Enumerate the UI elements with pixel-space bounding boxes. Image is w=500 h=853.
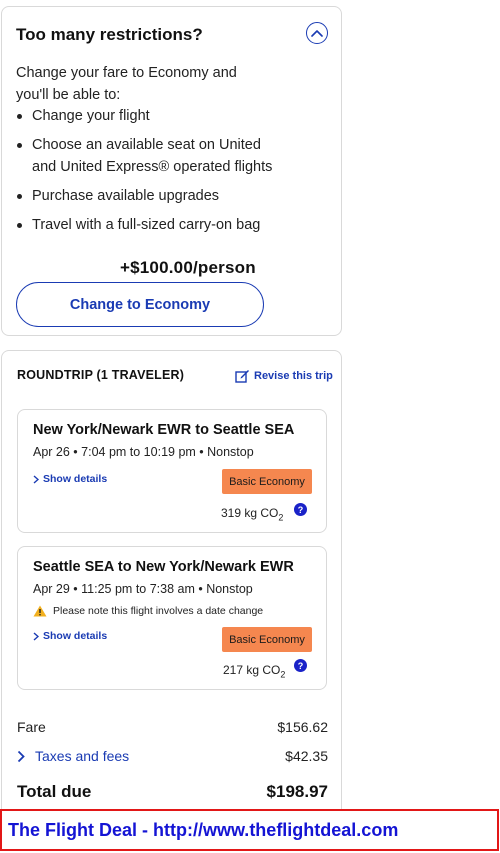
benefit-item: Choose an available seat on United and U… [16, 134, 276, 178]
benefit-item: Travel with a full-sized carry-on bag [16, 214, 276, 236]
chevron-up-circle-icon[interactable] [306, 22, 328, 44]
fare-row: Fare $156.62 [17, 719, 328, 735]
chevron-right-icon [33, 631, 39, 641]
co2-value: 319 kg CO [221, 506, 279, 520]
fare-label: Fare [17, 719, 46, 735]
trip-type-label: ROUNDTRIP (1 TRAVELER) [17, 368, 185, 382]
fare-class-badge: Basic Economy [222, 469, 312, 494]
change-to-economy-button[interactable]: Change to Economy [16, 282, 264, 327]
watermark-banner: The Flight Deal - http://www.theflightde… [0, 809, 499, 851]
help-icon[interactable]: ? [294, 659, 307, 672]
benefit-item: Purchase available upgrades [16, 185, 276, 207]
flight-segment-return: Seattle SEA to New York/Newark EWR Apr 2… [17, 546, 327, 690]
taxes-row: Taxes and fees $42.35 [17, 748, 328, 764]
co2-subscript: 2 [280, 669, 286, 680]
trip-summary-card: ROUNDTRIP (1 TRAVELER) Revise this trip … [1, 350, 342, 820]
revise-trip-link[interactable]: Revise this trip [235, 369, 333, 383]
show-details-label: Show details [43, 630, 108, 642]
upgrade-offer-intro: Change your fare to Economy and you'll b… [16, 65, 237, 103]
flight-route: New York/Newark EWR to Seattle SEA [33, 422, 295, 438]
co2-emissions: 217 kg CO2 [223, 663, 285, 679]
taxes-value: $42.35 [285, 748, 328, 764]
total-label: Total due [17, 782, 92, 801]
chevron-right-icon [17, 750, 25, 762]
show-details-link[interactable]: Show details [33, 630, 107, 642]
co2-emissions: 319 kg CO2 [221, 506, 283, 522]
upgrade-price: +$100.00/person [120, 258, 256, 277]
show-details-label: Show details [43, 473, 108, 485]
total-row: Total due $198.97 [17, 782, 328, 802]
benefit-list: Change your flight Choose an available s… [16, 105, 276, 243]
total-value: $198.97 [266, 782, 328, 801]
benefit-item: Change your flight [16, 105, 276, 127]
co2-subscript: 2 [278, 512, 284, 523]
date-change-warning: Please note this flight involves a date … [33, 605, 263, 617]
watermark-text: The Flight Deal - http://www.theflightde… [8, 819, 399, 840]
edit-icon [235, 370, 249, 383]
taxes-label: Taxes and fees [35, 748, 130, 764]
warning-icon [33, 605, 47, 617]
show-details-link[interactable]: Show details [33, 473, 107, 485]
upgrade-offer-title: Too many restrictions? [16, 25, 203, 44]
fare-class-badge: Basic Economy [222, 627, 312, 652]
taxes-toggle[interactable]: Taxes and fees [17, 748, 129, 764]
revise-trip-label: Revise this trip [254, 370, 333, 382]
chevron-right-icon [33, 474, 39, 484]
upgrade-offer-card: Too many restrictions? Change your fare … [1, 6, 342, 336]
flight-times: Apr 29 • 11:25 pm to 7:38 am • Nonstop [33, 582, 253, 596]
co2-value: 217 kg CO [223, 663, 281, 677]
date-change-note: Please note this flight involves a date … [53, 605, 264, 617]
help-icon[interactable]: ? [294, 503, 307, 516]
flight-segment-outbound: New York/Newark EWR to Seattle SEA Apr 2… [17, 409, 327, 533]
flight-route: Seattle SEA to New York/Newark EWR [33, 559, 294, 575]
fare-value: $156.62 [277, 719, 328, 735]
flight-times: Apr 26 • 7:04 pm to 10:19 pm • Nonstop [33, 445, 254, 459]
